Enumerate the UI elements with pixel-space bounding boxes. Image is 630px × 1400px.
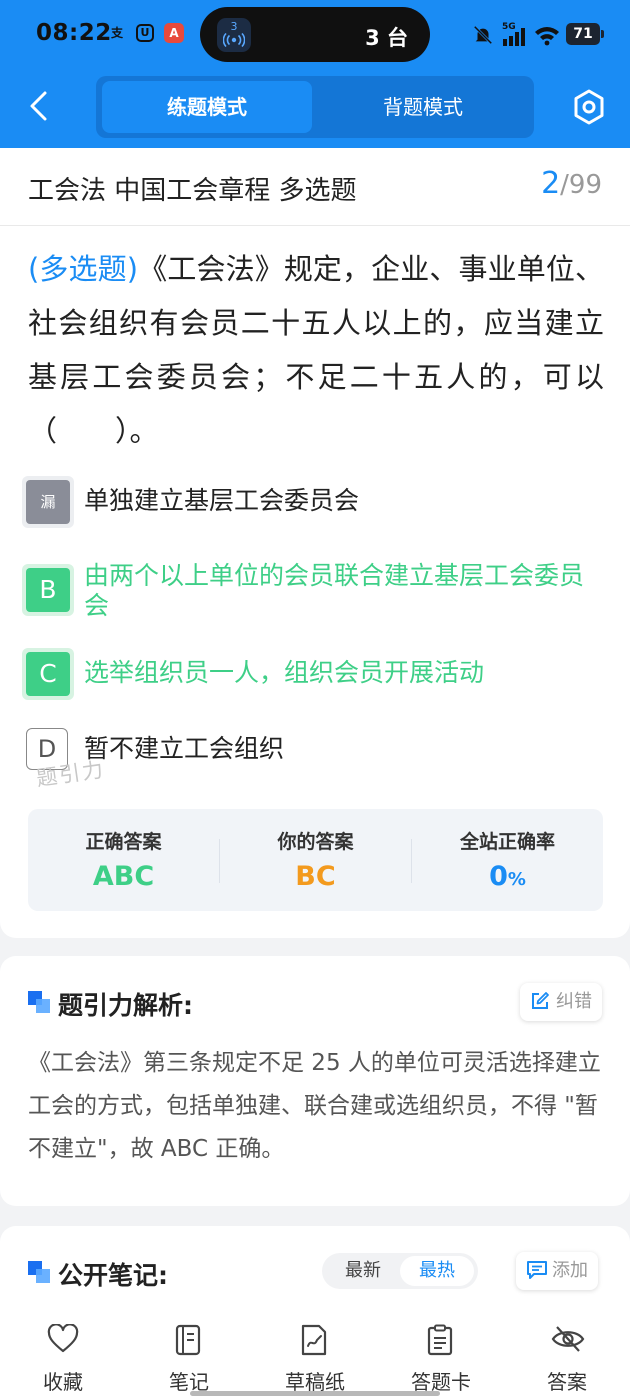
accuracy-value: 0% (489, 861, 526, 892)
question-title-row: 工会法 中国工会章程 多选题 2/99 (0, 148, 630, 226)
option-a-text: 单独建立基层工会委员会 (84, 486, 360, 515)
bottom-toolbar: 收藏 笔记 草稿纸 答题卡 答案 (0, 1306, 630, 1400)
show-answer-label: 答案 (547, 1370, 587, 1394)
option-d-text: 暂不建立工会组织 (84, 734, 285, 763)
show-answer-button[interactable]: 答案 (517, 1306, 617, 1400)
sort-latest[interactable]: 最新 (326, 1256, 400, 1286)
question-current-number: 2 (541, 166, 561, 201)
question-card: 工会法 中国工会章程 多选题 2/99 (多选题)《工会法》规定，企业、事业单位… (0, 148, 630, 938)
question-progress: 2/99 (541, 166, 602, 201)
status-bar: 08:22 支 U A 3 3 台 5G 71 (0, 0, 630, 70)
correct-answer-label: 正确答案 (85, 831, 162, 853)
correct-answer-value: ABC (92, 861, 155, 892)
option-a-missed-badge: 漏 (22, 476, 74, 528)
tab-practice-mode[interactable]: 练题模式 (102, 81, 312, 133)
edit-icon (532, 992, 549, 1009)
status-time: 08:22 (36, 20, 112, 46)
back-arrow-icon[interactable] (22, 88, 58, 124)
answer-summary: 正确答案 ABC 你的答案 BC 全站正确率 0% (28, 809, 603, 911)
mode-switch: 练题模式 背题模式 (96, 76, 534, 138)
broadcast-app-icon: 3 (217, 18, 251, 52)
battery-indicator: 71 (566, 23, 604, 45)
settings-hexagon-icon[interactable] (572, 88, 606, 126)
accuracy-col: 全站正确率 0% (412, 809, 603, 911)
report-error-button[interactable]: 纠错 (520, 983, 602, 1021)
eye-off-icon (551, 1326, 585, 1352)
your-answer-label: 你的答案 (277, 831, 354, 853)
option-b-correct-badge: B (22, 564, 74, 616)
broadcast-waves-icon (222, 32, 246, 48)
question-total: /99 (560, 170, 602, 200)
add-note-button[interactable]: 添加 (516, 1252, 598, 1290)
alipay-icon: 支 (110, 26, 123, 40)
bell-off-icon (473, 25, 493, 45)
notebook-icon (175, 1324, 201, 1356)
question-category-title: 工会法 中国工会章程 多选题 (28, 176, 357, 206)
dynamic-island[interactable]: 3 3 台 (200, 7, 430, 62)
option-c-correct-badge: C (22, 648, 74, 700)
island-text: 3 台 (365, 26, 408, 50)
option-a[interactable]: 漏 单独建立基层工会委员会 (22, 476, 606, 528)
option-c-text: 选举组织员一人，组织会员开展活动 (84, 658, 485, 687)
favorite-label: 收藏 (43, 1370, 83, 1394)
app-header: 08:22 支 U A 3 3 台 5G 71 练题模式 背题模式 (0, 0, 630, 148)
answer-sheet-icon (427, 1324, 453, 1356)
accuracy-label: 全站正确率 (459, 831, 555, 853)
draft-icon (301, 1324, 327, 1356)
tab-recite-mode[interactable]: 背题模式 (318, 81, 528, 133)
analysis-card: 题引力解析: 纠错 《工会法》第三条规定不足 25 人的单位可灵活选择建立工会的… (0, 956, 630, 1206)
nav-bar: 练题模式 背题模式 (0, 76, 630, 138)
analysis-text: 《工会法》第三条规定不足 25 人的单位可灵活选择建立工会的方式，包括单独建、联… (28, 1050, 601, 1162)
your-answer-value: BC (295, 861, 336, 892)
your-answer-col: 你的答案 BC (220, 809, 411, 911)
option-d[interactable]: D 暂不建立工会组织 (22, 724, 606, 776)
question-type-tag: (多选题) (28, 252, 139, 286)
option-b[interactable]: B 由两个以上单位的会员联合建立基层工会委员会 (22, 561, 606, 624)
section-squares-icon (28, 991, 50, 1013)
option-c[interactable]: C 选举组织员一人，组织会员开展活动 (22, 648, 606, 700)
section-squares-icon (28, 1261, 50, 1283)
shield-app-icon: U (136, 24, 154, 42)
question-stem: (多选题)《工会法》规定，企业、事业单位、社会组织有会员二十五人以上的，应当建立… (28, 242, 604, 458)
app-notification-icon: A (164, 23, 184, 43)
signal-icon (503, 28, 525, 46)
correct-answer-col: 正确答案 ABC (28, 809, 219, 911)
notes-button[interactable]: 笔记 (139, 1306, 239, 1400)
sort-hottest[interactable]: 最热 (400, 1256, 474, 1286)
comment-icon (527, 1261, 547, 1279)
heart-icon (47, 1324, 79, 1353)
wifi-icon (535, 27, 559, 46)
notes-title: 公开笔记: (58, 1261, 168, 1290)
option-b-text: 由两个以上单位的会员联合建立基层工会委员会 (84, 561, 585, 620)
notes-sort-toggle: 最新 最热 (322, 1253, 478, 1289)
answer-sheet-button[interactable]: 答题卡 (391, 1306, 491, 1400)
analysis-title: 题引力解析: (58, 991, 193, 1020)
home-indicator[interactable] (190, 1391, 440, 1396)
draft-paper-button[interactable]: 草稿纸 (265, 1306, 365, 1400)
favorite-button[interactable]: 收藏 (13, 1306, 113, 1400)
